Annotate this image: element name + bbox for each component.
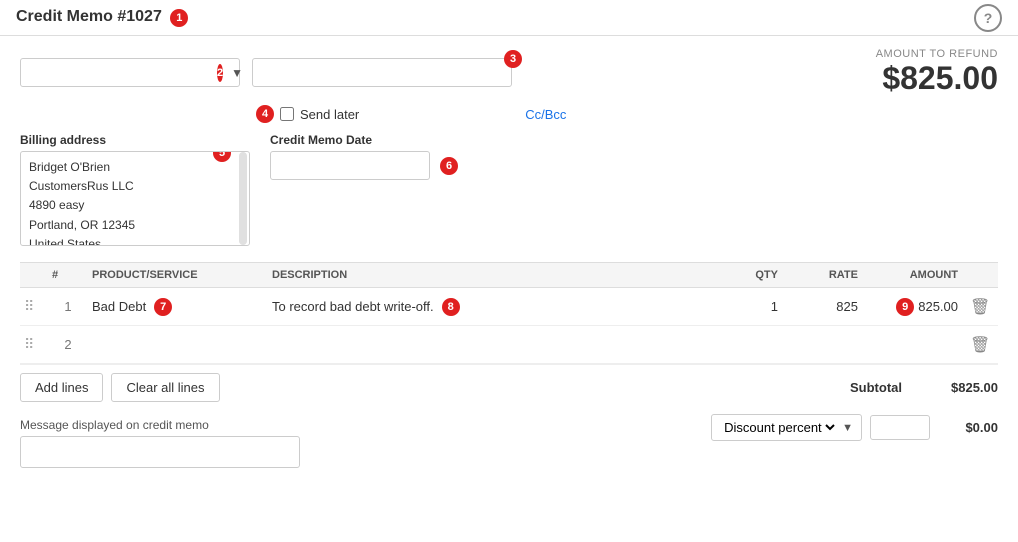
- amount-refund-label: AMOUNT TO REFUND: [876, 48, 998, 60]
- delete-cell-2: 🗑: [962, 331, 998, 359]
- product-name-1: Bad Debt: [92, 299, 146, 314]
- qty-cell-1: 1: [702, 295, 782, 318]
- billing-address-content: Bridget O'Brien CustomersRus LLC 4890 ea…: [29, 158, 241, 246]
- discount-amount: $0.00: [938, 420, 998, 435]
- content: Bridget O'Brien 2 ▼ QBOrocks@yahoo.com 3…: [0, 36, 1018, 542]
- product-cell-1: Bad Debt 7: [88, 294, 268, 320]
- message-input[interactable]: [20, 436, 300, 468]
- add-lines-button[interactable]: Add lines: [20, 373, 103, 402]
- header-badge: 1: [170, 9, 188, 27]
- billing-section: Billing address Bridget O'Brien Customer…: [20, 133, 250, 246]
- help-label: ?: [984, 10, 993, 26]
- product-cell-2[interactable]: [88, 341, 268, 349]
- customer-dropdown-arrow[interactable]: ▼: [223, 66, 251, 80]
- send-later-row: 4 Send later Cc/Bcc: [20, 105, 998, 123]
- subtotal-row: Subtotal $825.00: [850, 380, 998, 395]
- address-line-4: Portland, OR 12345: [29, 216, 229, 235]
- amount-refund-value: $825.00: [876, 60, 998, 97]
- bottom-actions: Add lines Clear all lines Subtotal $825.…: [20, 364, 998, 410]
- amount-cell-1: 9 825.00: [862, 294, 962, 320]
- discount-type-select[interactable]: Discount percent Discount value: [720, 419, 838, 436]
- description-cell-2[interactable]: [268, 341, 702, 349]
- amount-value-1: 825.00: [918, 299, 958, 314]
- date-section: Credit Memo Date 10/17/2017 6: [270, 133, 458, 246]
- address-line-1: Bridget O'Brien: [29, 158, 229, 177]
- drag-handle-1[interactable]: ⠿: [20, 298, 48, 315]
- header-qty: QTY: [702, 269, 782, 281]
- send-later-label: Send later: [300, 107, 359, 122]
- send-later-badge: 4: [256, 105, 274, 123]
- description-cell-1: To record bad debt write-off. 8: [268, 294, 702, 320]
- address-line-2: CustomersRus LLC: [29, 177, 229, 196]
- billing-address-box[interactable]: Bridget O'Brien CustomersRus LLC 4890 ea…: [20, 151, 250, 246]
- description-badge-1: 8: [442, 298, 460, 316]
- address-line-3: 4890 easy: [29, 196, 229, 215]
- email-wrapper: QBOrocks@yahoo.com 3: [252, 58, 512, 87]
- amount-cell-2: [862, 341, 962, 349]
- header-left: Credit Memo #1027 1: [16, 8, 188, 27]
- billing-scrollbar: [239, 152, 247, 245]
- message-label: Message displayed on credit memo: [20, 418, 300, 432]
- delete-cell-1: 🗑: [962, 293, 998, 321]
- table-header: # PRODUCT/SERVICE DESCRIPTION QTY RATE A…: [20, 263, 998, 288]
- description-text-1: To record bad debt write-off.: [272, 299, 434, 314]
- product-badge-1: 7: [154, 298, 172, 316]
- memo-number: #1027: [117, 8, 162, 25]
- date-label: Credit Memo Date: [270, 133, 458, 147]
- clear-lines-button[interactable]: Clear all lines: [111, 373, 219, 402]
- delete-row-2-button[interactable]: 🗑: [966, 335, 994, 355]
- email-badge: 3: [504, 50, 522, 68]
- line-items-table: # PRODUCT/SERVICE DESCRIPTION QTY RATE A…: [20, 262, 998, 364]
- title-text: Credit Memo: [16, 8, 113, 25]
- footer-row: Message displayed on credit memo Discoun…: [20, 410, 998, 468]
- header-drag: [20, 269, 48, 281]
- form-row: Billing address Bridget O'Brien Customer…: [20, 133, 998, 246]
- header-product: PRODUCT/SERVICE: [88, 269, 268, 281]
- table-row: ⠿ 1 Bad Debt 7 To record bad debt write-…: [20, 288, 998, 326]
- email-input[interactable]: QBOrocks@yahoo.com: [252, 58, 512, 87]
- page-title: Credit Memo #1027 1: [16, 8, 188, 27]
- header-num: #: [48, 269, 88, 281]
- header-rate: RATE: [782, 269, 862, 281]
- row-num-1: 1: [48, 295, 88, 318]
- message-section: Message displayed on credit memo: [20, 410, 300, 468]
- header: Credit Memo #1027 1 ?: [0, 0, 1018, 36]
- help-button[interactable]: ?: [974, 4, 1002, 32]
- header-delete: [962, 269, 998, 281]
- rate-cell-2[interactable]: [782, 341, 862, 349]
- table-row-2: ⠿ 2 🗑: [20, 326, 998, 364]
- date-badge: 6: [440, 157, 458, 175]
- drag-handle-2[interactable]: ⠿: [20, 336, 48, 353]
- address-line-5: United States: [29, 235, 229, 246]
- subtotal-label: Subtotal: [850, 380, 902, 395]
- discount-arrow-icon: ▼: [842, 422, 853, 434]
- delete-row-1-button[interactable]: 🗑: [966, 297, 994, 317]
- discount-value-input[interactable]: [870, 415, 930, 440]
- qty-cell-2[interactable]: [702, 341, 782, 349]
- row-num-2: 2: [48, 333, 88, 356]
- amount-refund-section: AMOUNT TO REFUND $825.00: [876, 48, 998, 97]
- header-desc: DESCRIPTION: [268, 269, 702, 281]
- cc-bcc-link[interactable]: Cc/Bcc: [525, 107, 566, 122]
- billing-label: Billing address: [20, 133, 250, 147]
- header-amount: AMOUNT: [862, 269, 962, 281]
- customer-select-wrapper: Bridget O'Brien 2 ▼: [20, 58, 240, 87]
- send-later-checkbox[interactable]: [280, 107, 294, 121]
- top-row: Bridget O'Brien 2 ▼ QBOrocks@yahoo.com 3…: [20, 48, 998, 97]
- date-input-wrapper: 10/17/2017 6: [270, 151, 458, 180]
- subtotal-value: $825.00: [918, 380, 998, 395]
- rate-cell-1: 825: [782, 295, 862, 318]
- discount-select-wrapper: Discount percent Discount value ▼: [711, 414, 862, 441]
- discount-row: Discount percent Discount value ▼ $0.00: [711, 410, 998, 445]
- date-input[interactable]: 10/17/2017: [270, 151, 430, 180]
- customer-input[interactable]: Bridget O'Brien: [21, 59, 213, 86]
- amount-badge-1: 9: [896, 298, 914, 316]
